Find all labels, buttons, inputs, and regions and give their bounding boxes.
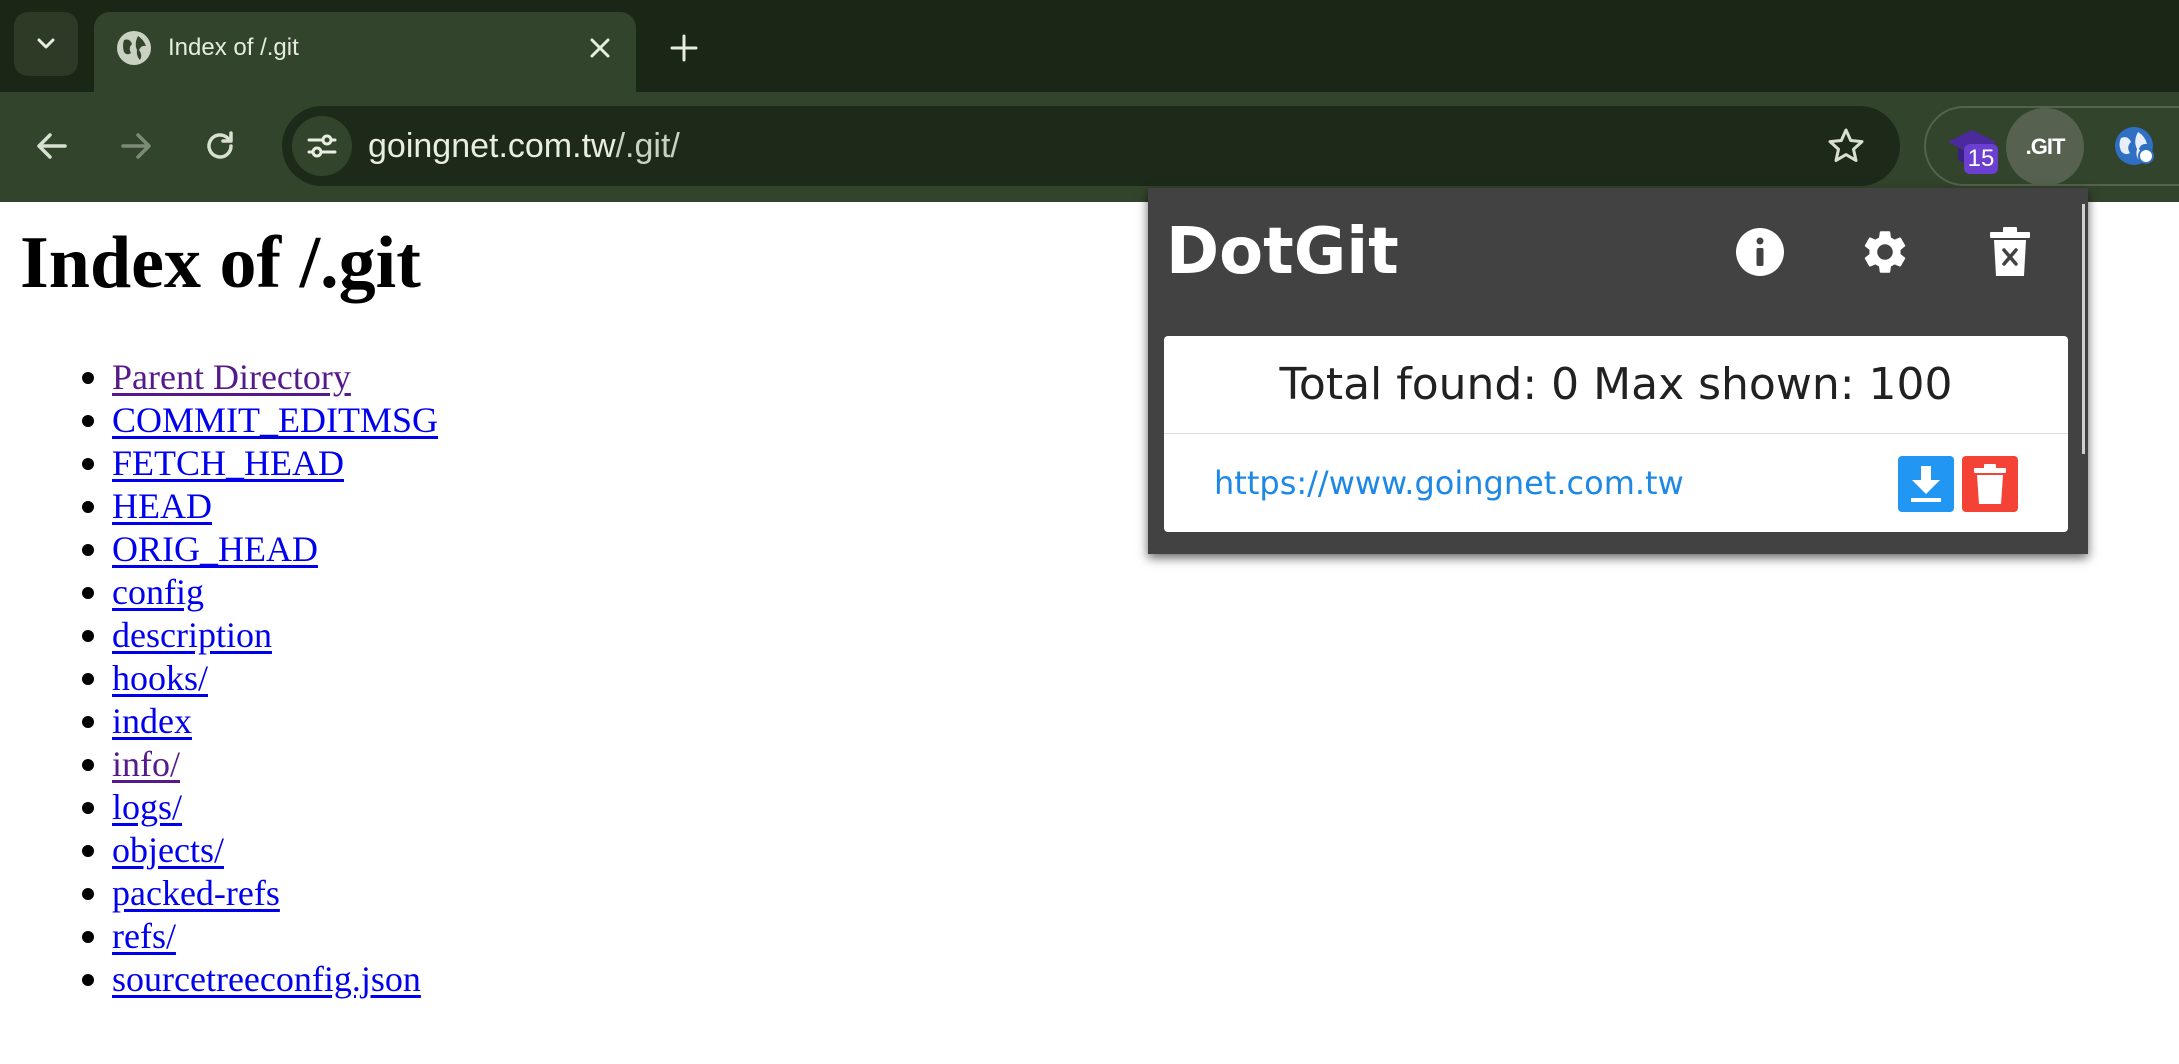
site-info-button[interactable] [292, 116, 352, 176]
url-host: goingnet.com.tw [368, 127, 616, 165]
file-list-item: logs/ [81, 786, 438, 829]
file-list-item: HEAD [81, 485, 438, 528]
file-list-item: hooks/ [81, 657, 438, 700]
trash-icon [1974, 464, 2006, 504]
file-link[interactable]: hooks/ [112, 658, 208, 698]
chevron-down-icon [37, 38, 55, 49]
page-heading: Index of /.git [20, 222, 421, 304]
file-list-item: objects/ [81, 829, 438, 872]
file-link[interactable]: info/ [112, 744, 180, 784]
file-link[interactable]: description [112, 615, 272, 655]
results-summary: Total found: 0 Max shown: 100 [1164, 336, 2068, 434]
back-button[interactable] [22, 116, 82, 176]
reload-icon [207, 131, 233, 159]
file-list-item: sourcetreeconfig.json [81, 958, 438, 1001]
browser-toolbar: goingnet.com.tw/.git/ 15 .GIT [0, 92, 2179, 202]
extension-badge-count: 15 [1964, 144, 1998, 174]
file-link[interactable]: objects/ [112, 830, 224, 870]
trash-x-icon [1990, 227, 2030, 276]
result-site-link[interactable]: https://www.goingnet.com.tw [1214, 462, 1684, 504]
tab-title: Index of /.git [168, 34, 299, 61]
download-icon [1911, 466, 1941, 502]
file-list-item: info/ [81, 743, 438, 786]
result-row: https://www.goingnet.com.tw [1164, 434, 2068, 532]
file-list: Parent Directory COMMIT_EDITMSG FETCH_HEAD… [81, 356, 438, 1001]
file-list-item: packed-refs [81, 872, 438, 915]
clear-all-button[interactable] [1982, 224, 2038, 280]
file-link[interactable]: config [112, 572, 204, 612]
info-icon [1736, 228, 1784, 276]
delete-button[interactable] [1962, 456, 2018, 512]
forward-button[interactable] [106, 116, 166, 176]
settings-button[interactable] [1857, 224, 1913, 280]
file-link[interactable]: Parent Directory [112, 357, 351, 397]
file-link[interactable]: index [112, 701, 192, 741]
url-text[interactable]: goingnet.com.tw/.git/ [368, 126, 680, 166]
reload-button[interactable] [190, 116, 250, 176]
plus-icon [670, 34, 698, 62]
file-list-item: FETCH_HEAD [81, 442, 438, 485]
file-list-item: Parent Directory [81, 356, 438, 399]
file-link[interactable]: packed-refs [112, 873, 280, 913]
arrow-right-icon [121, 133, 151, 159]
tab-close-button[interactable] [580, 28, 620, 68]
tune-icon [307, 134, 337, 158]
new-tab-button[interactable] [660, 24, 708, 72]
extensions-area: 15 .GIT [1924, 106, 2179, 186]
tab-strip: Index of /.git [0, 0, 2179, 92]
file-link[interactable]: ORIG_HEAD [112, 529, 318, 569]
file-list-item: description [81, 614, 438, 657]
file-list-item: COMMIT_EDITMSG [81, 399, 438, 442]
popup-title: DotGit [1166, 215, 1399, 289]
tab-search-button[interactable] [14, 12, 78, 76]
tab-active[interactable]: Index of /.git [94, 12, 636, 92]
globe-icon [117, 31, 151, 65]
file-link[interactable]: sourcetreeconfig.json [112, 959, 421, 999]
dotgit-extension-button[interactable]: .GIT [2006, 108, 2084, 186]
arrow-left-icon [37, 133, 67, 159]
close-icon [590, 38, 610, 58]
about-button[interactable] [1732, 224, 1788, 280]
file-list-item: refs/ [81, 915, 438, 958]
address-bar[interactable]: goingnet.com.tw/.git/ [282, 106, 1900, 186]
file-list-item: config [81, 571, 438, 614]
url-path: /.git/ [615, 127, 680, 165]
file-list-item: ORIG_HEAD [81, 528, 438, 571]
star-icon[interactable] [1826, 126, 1866, 166]
file-link[interactable]: FETCH_HEAD [112, 443, 344, 483]
file-list-item: index [81, 700, 438, 743]
results-card: Total found: 0 Max shown: 100 https://ww… [1164, 336, 2068, 532]
download-button[interactable] [1898, 456, 1954, 512]
popup-scrollbar[interactable] [2082, 204, 2085, 454]
dotgit-popup: DotGit Total found: 0 Max shown: 100 htt… [1148, 188, 2088, 554]
file-link[interactable]: logs/ [112, 787, 182, 827]
file-link[interactable]: HEAD [112, 486, 212, 526]
globe-extension-icon[interactable] [2112, 124, 2156, 168]
file-link[interactable]: refs/ [112, 916, 176, 956]
file-link[interactable]: COMMIT_EDITMSG [112, 400, 438, 440]
dotgit-extension-label: .GIT [2025, 134, 2066, 159]
gear-icon [1864, 231, 1906, 273]
